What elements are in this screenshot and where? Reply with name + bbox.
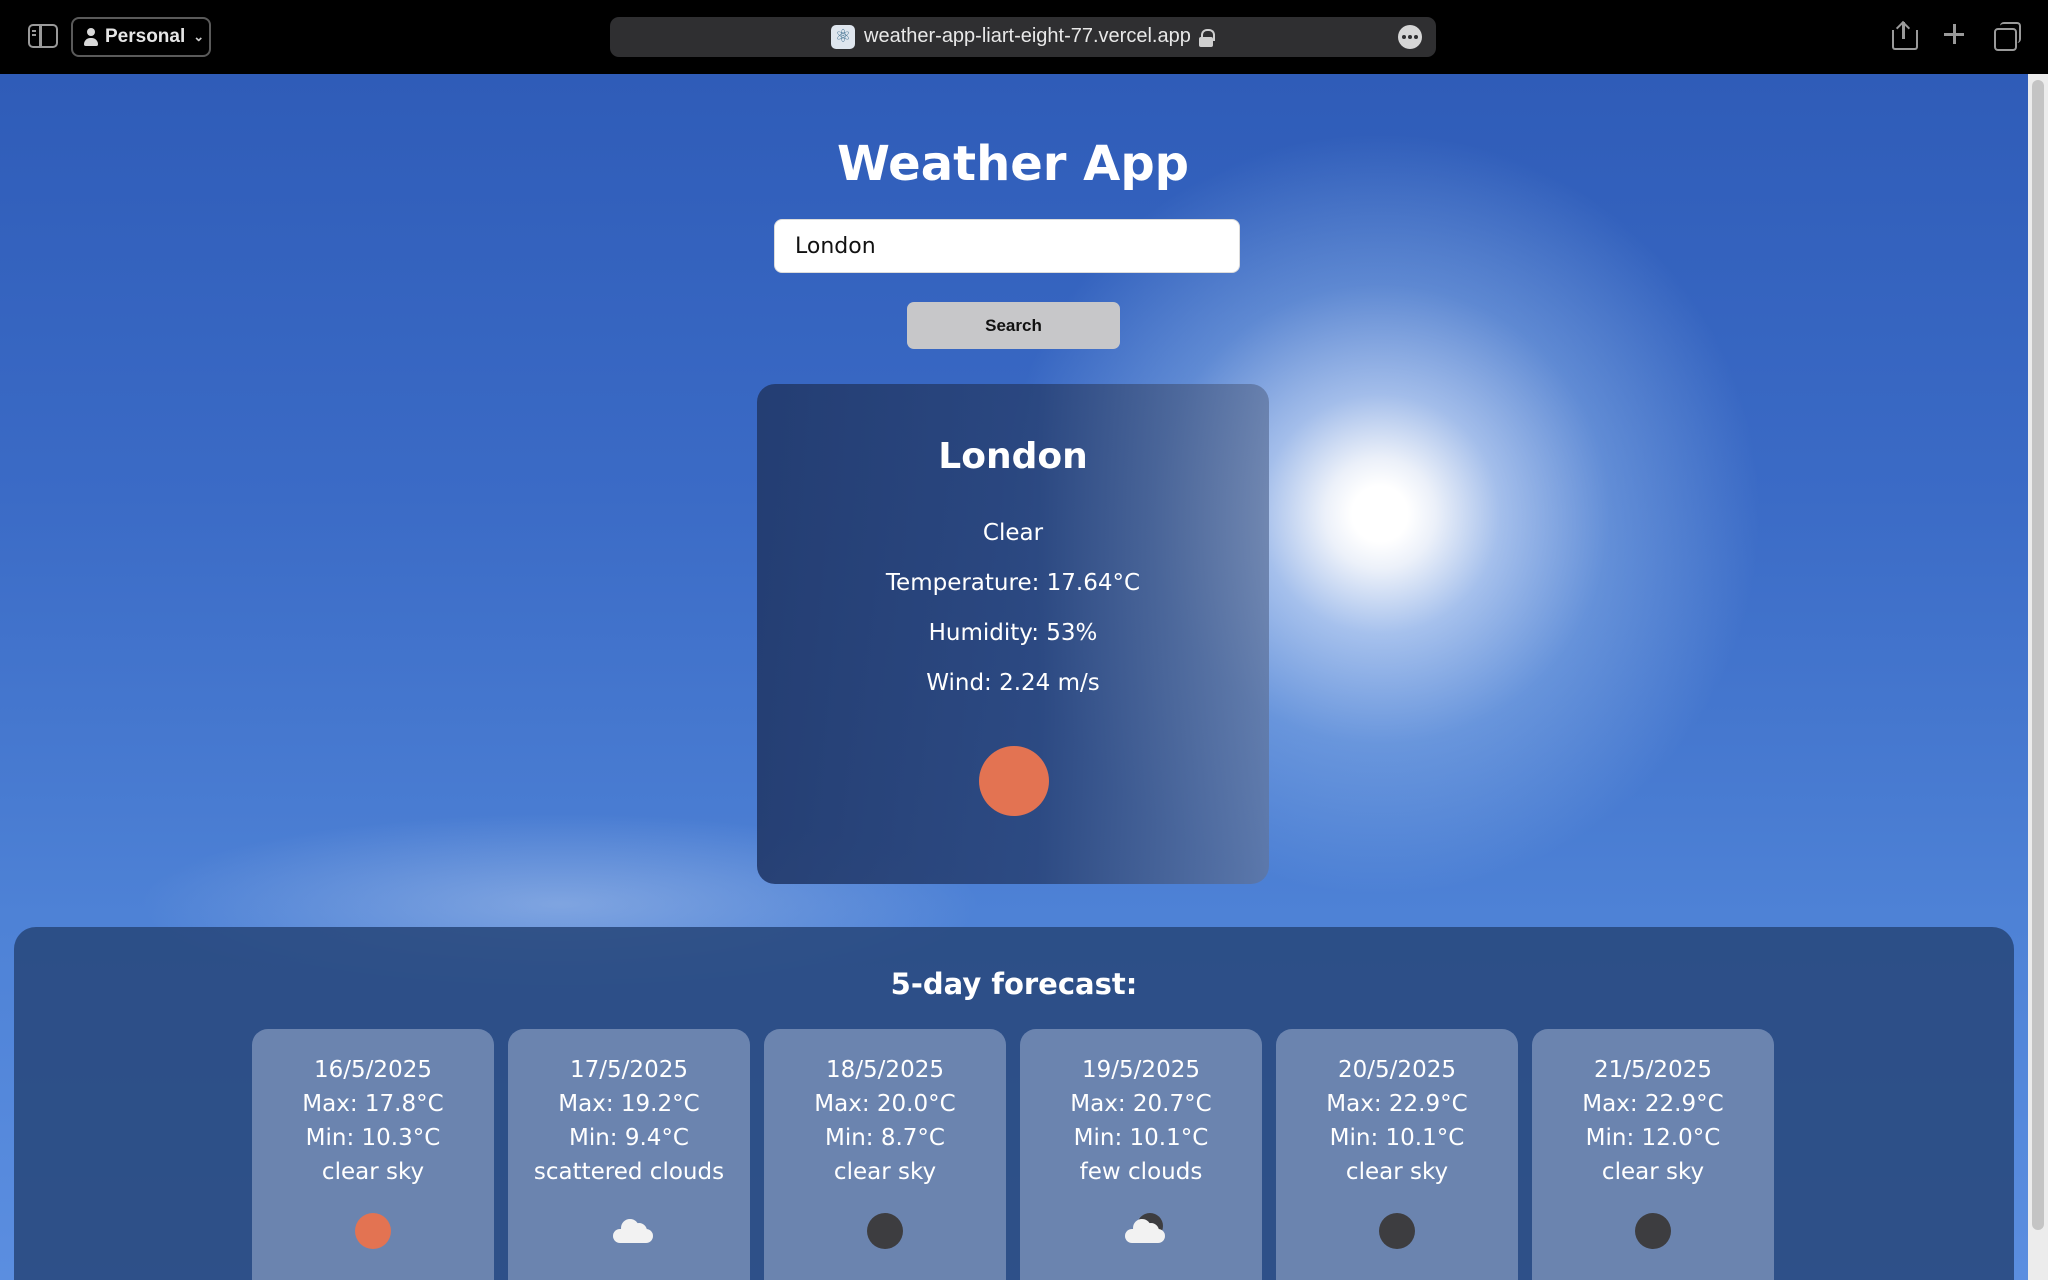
address-bar[interactable]: ⚛ weather-app-liart-eight-77.vercel.app: [610, 17, 1436, 57]
city-search-input[interactable]: [774, 219, 1240, 273]
city-name: London: [938, 436, 1088, 477]
forecast-description: clear sky: [321, 1159, 425, 1185]
current-wind: Wind: 2.24 m/s: [926, 670, 1100, 696]
forecast-day-card: 21/5/2025 Max: 22.9°C Min: 12.0°C clear …: [1532, 1029, 1774, 1280]
forecast-panel: 5-day forecast: 16/5/2025 Max: 17.8°C Mi…: [14, 927, 2014, 1280]
current-humidity: Humidity: 53%: [928, 620, 1098, 646]
forecast-description: clear sky: [833, 1159, 937, 1185]
moon-icon: [1379, 1213, 1415, 1249]
moon-icon: [1635, 1213, 1671, 1249]
forecast-description: clear sky: [1345, 1159, 1449, 1185]
forecast-date: 20/5/2025: [1338, 1057, 1456, 1083]
forecast-max: Max: 22.9°C: [1582, 1091, 1724, 1117]
profile-button[interactable]: Personal ⌄: [71, 17, 211, 57]
forecast-description: scattered clouds: [533, 1159, 725, 1185]
forecast-day-card: 20/5/2025 Max: 22.9°C Min: 10.1°C clear …: [1276, 1029, 1518, 1280]
new-tab-icon[interactable]: [1944, 24, 1964, 44]
more-options-icon[interactable]: [1398, 25, 1422, 49]
profile-label: Personal: [105, 26, 186, 47]
forecast-day-card: 18/5/2025 Max: 20.0°C Min: 8.7°C clear s…: [764, 1029, 1006, 1280]
forecast-title: 5-day forecast:: [890, 967, 1138, 1001]
forecast-max: Max: 20.0°C: [814, 1091, 956, 1117]
forecast-date: 19/5/2025: [1082, 1057, 1200, 1083]
url-text: weather-app-liart-eight-77.vercel.app: [864, 25, 1191, 47]
forecast-min: Min: 12.0°C: [1585, 1125, 1721, 1151]
current-temperature: Temperature: 17.64°C: [885, 570, 1141, 596]
weather-page: Weather App Search London Clear Temperat…: [0, 74, 2048, 1280]
chevron-down-icon: ⌄: [193, 29, 205, 44]
forecast-max: Max: 19.2°C: [558, 1091, 700, 1117]
forecast-day-card: 17/5/2025 Max: 19.2°C Min: 9.4°C scatter…: [508, 1029, 750, 1280]
scrollbar-thumb[interactable]: [2032, 80, 2044, 1230]
cloud-icon: [611, 1213, 653, 1249]
moon-icon: [867, 1213, 903, 1249]
forecast-min: Min: 10.1°C: [1073, 1125, 1209, 1151]
current-condition: Clear: [982, 520, 1044, 546]
forecast-day-card: 16/5/2025 Max: 17.8°C Min: 10.3°C clear …: [252, 1029, 494, 1280]
sun-icon: [979, 746, 1049, 816]
forecast-date: 21/5/2025: [1594, 1057, 1712, 1083]
forecast-min: Min: 10.1°C: [1329, 1125, 1465, 1151]
forecast-max: Max: 20.7°C: [1070, 1091, 1212, 1117]
forecast-max: Max: 17.8°C: [302, 1091, 444, 1117]
forecast-day-card: 19/5/2025 Max: 20.7°C Min: 10.1°C few cl…: [1020, 1029, 1262, 1280]
forecast-min: Min: 9.4°C: [568, 1125, 689, 1151]
share-icon[interactable]: [1892, 20, 1918, 50]
current-weather-card: London Clear Temperature: 17.64°C Humidi…: [757, 384, 1269, 884]
site-favicon-icon: ⚛: [831, 25, 855, 49]
forecast-description: few clouds: [1079, 1159, 1203, 1185]
search-button[interactable]: Search: [907, 302, 1120, 349]
lock-icon: [1199, 29, 1215, 47]
forecast-min: Min: 10.3°C: [305, 1125, 441, 1151]
forecast-date: 17/5/2025: [570, 1057, 688, 1083]
browser-toolbar: Personal ⌄ ⚛ weather-app-liart-eight-77.…: [0, 0, 2048, 74]
tab-overview-icon[interactable]: [1994, 22, 2021, 51]
few-clouds-night-icon: [1123, 1213, 1165, 1249]
app-title: Weather App: [836, 136, 1190, 192]
forecast-max: Max: 22.9°C: [1326, 1091, 1468, 1117]
forecast-min: Min: 8.7°C: [824, 1125, 945, 1151]
sidebar-toggle-icon[interactable]: [28, 24, 58, 48]
sun-icon: [355, 1213, 391, 1249]
forecast-description: clear sky: [1601, 1159, 1705, 1185]
page-scrollbar[interactable]: [2028, 74, 2048, 1280]
person-icon: [83, 28, 99, 46]
forecast-date: 16/5/2025: [314, 1057, 432, 1083]
forecast-date: 18/5/2025: [826, 1057, 944, 1083]
